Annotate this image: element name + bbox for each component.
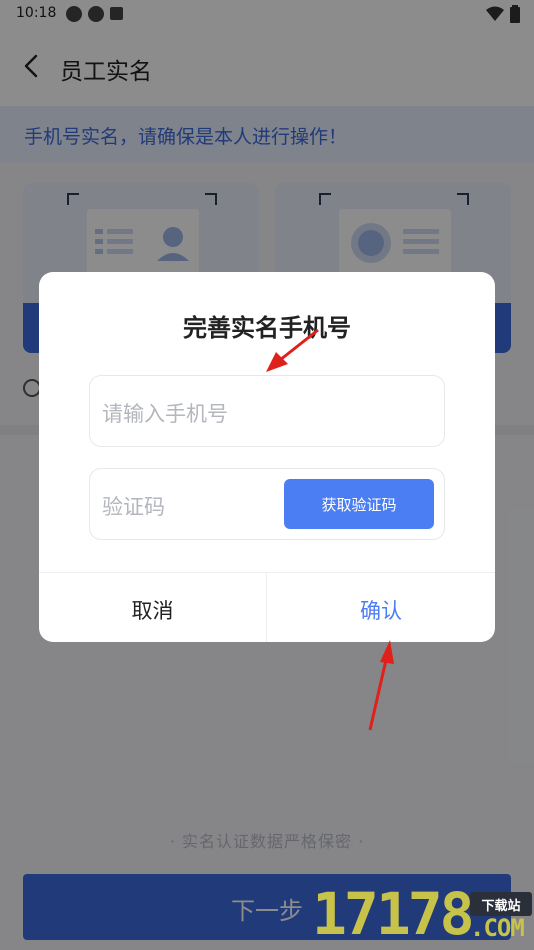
watermark-suffix: .COM (470, 914, 525, 942)
code-placeholder: 验证码 (102, 495, 165, 519)
phone-input[interactable]: 请输入手机号 (89, 375, 445, 447)
confirm-label: 确认 (360, 599, 402, 623)
watermark-number: 17178 (312, 880, 475, 948)
cancel-label: 取消 (131, 599, 174, 623)
verification-code-field[interactable]: 验证码 获取验证码 (89, 468, 445, 540)
watermark-tag-label: 下载站 (481, 899, 521, 914)
phone-placeholder: 请输入手机号 (102, 402, 228, 426)
get-code-button[interactable]: 获取验证码 (284, 479, 434, 529)
dialog-title: 完善实名手机号 (183, 314, 351, 342)
cancel-button[interactable]: 取消 (39, 573, 266, 642)
watermark-tag: 下载站 (470, 892, 532, 916)
phone-verify-dialog: 完善实名手机号 请输入手机号 验证码 获取验证码 取消 确认 (39, 272, 495, 642)
confirm-button[interactable]: 确认 (267, 573, 495, 642)
get-code-label: 获取验证码 (321, 496, 397, 514)
